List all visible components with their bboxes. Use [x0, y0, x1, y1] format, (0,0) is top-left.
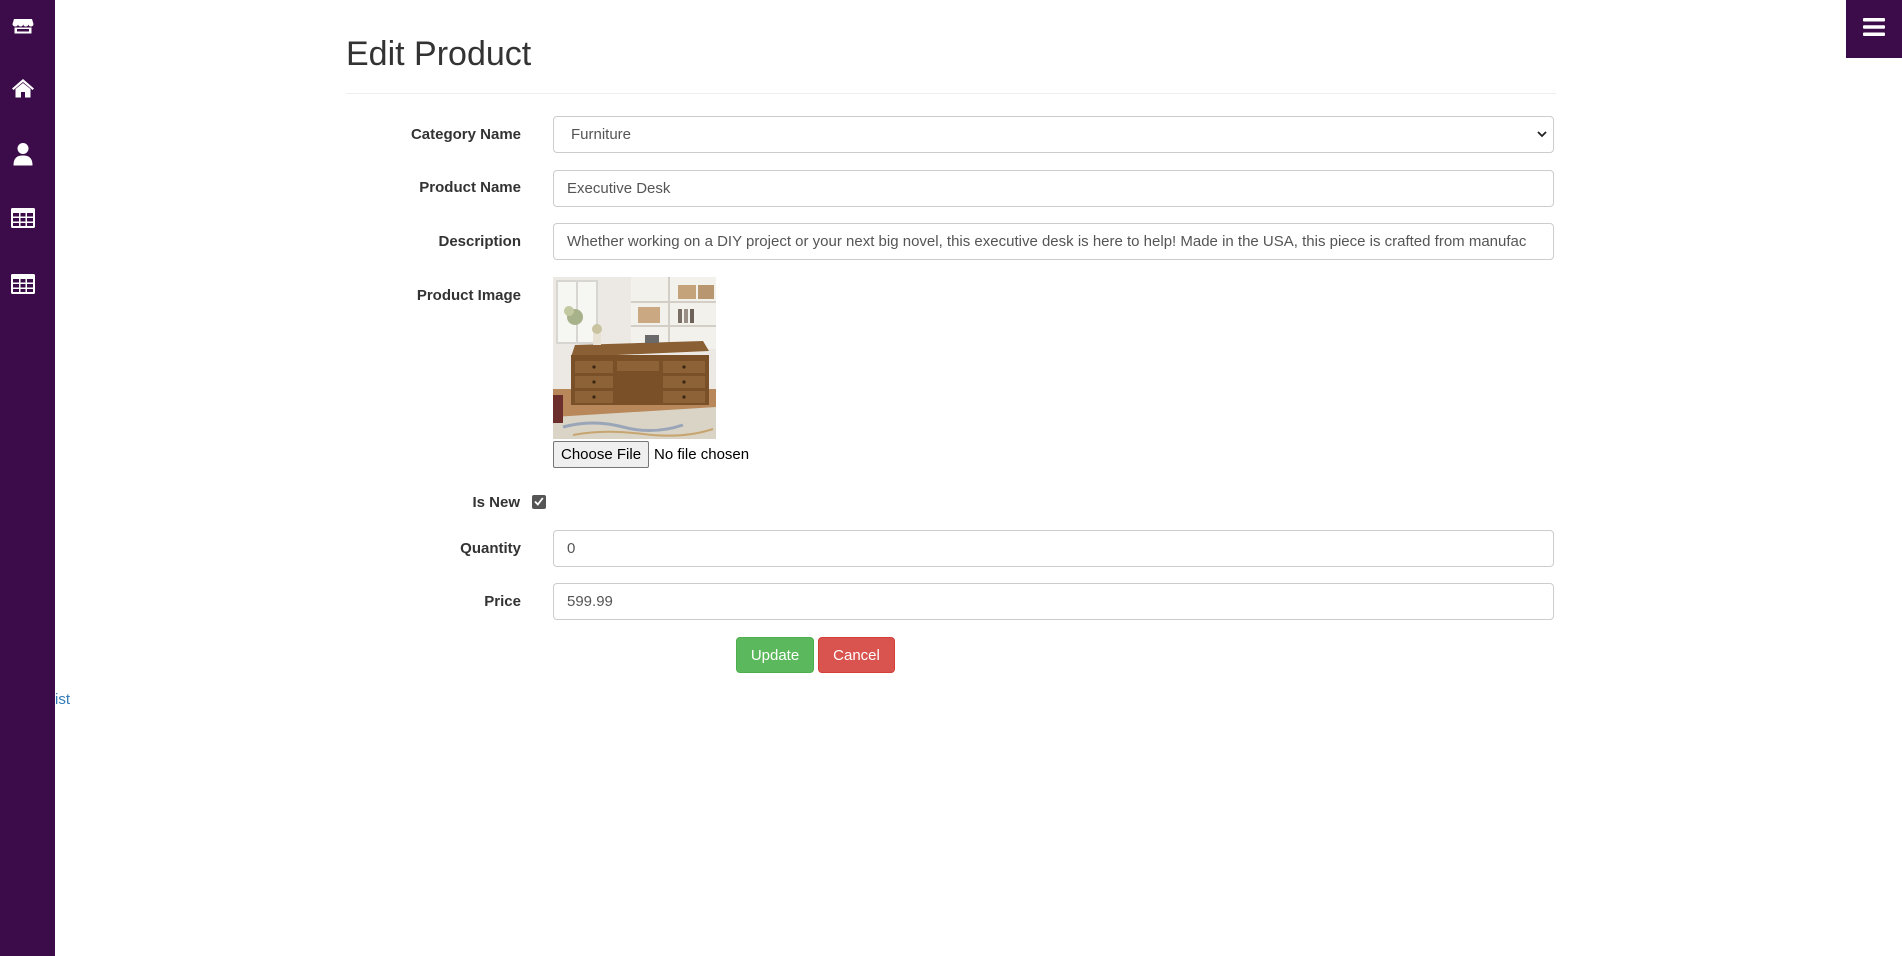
- table-icon[interactable]: [0, 203, 45, 233]
- product-image-preview: [553, 277, 716, 439]
- description-label: Description: [438, 233, 521, 250]
- title-divider: [346, 93, 1556, 94]
- checkmark-icon: [534, 493, 544, 511]
- hamburger-menu-icon: [1863, 17, 1885, 41]
- cancel-button[interactable]: Cancel: [818, 637, 895, 673]
- table-icon[interactable]: [0, 269, 45, 299]
- choose-file-button[interactable]: Choose File: [553, 441, 650, 468]
- file-status-text: No file chosen: [654, 446, 750, 463]
- quantity-label: Quantity: [460, 540, 521, 557]
- sidebar: [0, 0, 55, 956]
- category-select[interactable]: Furniture: [553, 116, 1554, 153]
- page-title: Edit Product: [346, 35, 532, 73]
- is-new-label: Is New: [472, 494, 520, 511]
- update-button[interactable]: Update: [736, 637, 814, 673]
- product-name-label: Product Name: [419, 179, 521, 196]
- back-to-list-link[interactable]: ist: [55, 691, 70, 708]
- category-select-value: Furniture: [571, 126, 632, 143]
- quantity-input[interactable]: 0: [553, 530, 1554, 567]
- price-input[interactable]: 599.99: [553, 583, 1554, 620]
- store-icon[interactable]: [0, 11, 45, 41]
- file-upload: Choose File No file chosen: [553, 441, 749, 468]
- product-image-label: Product Image: [416, 287, 521, 304]
- home-icon[interactable]: [0, 73, 45, 103]
- menu-toggle-button[interactable]: [1846, 0, 1902, 58]
- category-label: Category Name: [410, 126, 521, 143]
- is-new-checkbox[interactable]: [532, 495, 546, 509]
- price-label: Price: [484, 593, 521, 610]
- chevron-down-icon: [1537, 129, 1547, 141]
- description-input[interactable]: Whether working on a DIY project or your…: [553, 223, 1554, 260]
- user-icon[interactable]: [0, 139, 45, 169]
- product-name-input[interactable]: Executive Desk: [553, 170, 1554, 207]
